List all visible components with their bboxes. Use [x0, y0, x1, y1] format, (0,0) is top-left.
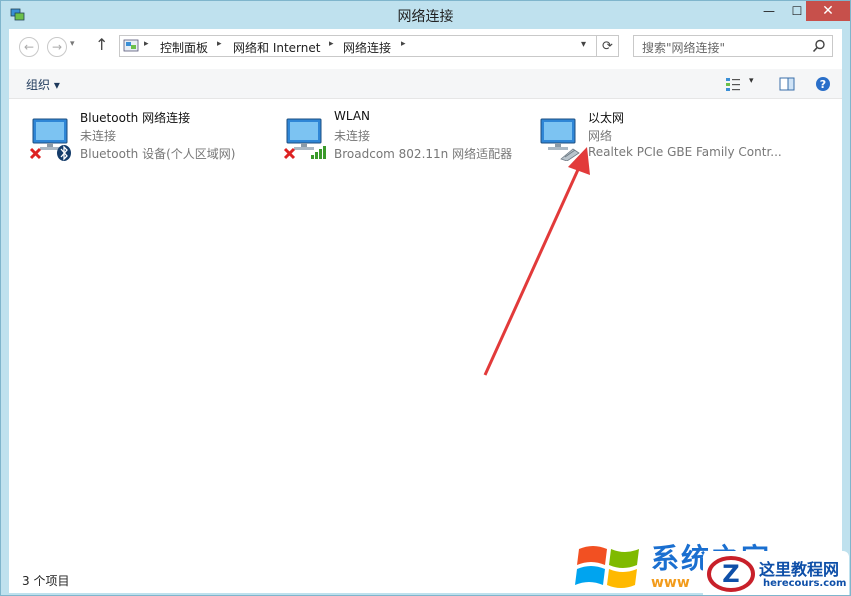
annotation-arrow-head	[568, 147, 590, 175]
breadcrumb-network-connections[interactable]: 网络连接	[343, 39, 391, 56]
address-dropdown[interactable]: ▾	[581, 39, 586, 50]
window-title: 网络连接	[397, 9, 454, 25]
breadcrumb-separator[interactable]: ▸	[217, 39, 222, 49]
item-count: 3 个项目	[22, 574, 70, 588]
command-bar: 组织 ▾ ▾ ?	[9, 69, 842, 99]
preview-pane-icon[interactable]	[779, 76, 795, 92]
recent-locations-dropdown[interactable]: ▾	[70, 39, 75, 49]
refresh-button[interactable]: ⟳	[597, 35, 619, 57]
back-button[interactable]: ←	[19, 37, 39, 57]
control-panel-icon	[123, 39, 139, 52]
search-icon[interactable]	[812, 39, 826, 53]
watermark: 系统之家 www Z 这里教程网 herecours.com	[573, 537, 849, 595]
svg-text:?: ?	[820, 78, 826, 91]
change-view-icon[interactable]	[725, 76, 741, 92]
title-bar[interactable]: 网络连接 — ☐ ✕	[1, 1, 850, 29]
view-options-dropdown[interactable]: ▾	[749, 76, 754, 86]
annotation-arrow	[483, 147, 590, 376]
svg-text:Z: Z	[722, 560, 739, 588]
z-logo-icon: Z	[707, 556, 755, 592]
breadcrumb-separator[interactable]: ▸	[401, 39, 406, 49]
minimize-button[interactable]: —	[755, 1, 783, 21]
forward-button[interactable]: →	[47, 37, 67, 57]
breadcrumb-network-internet[interactable]: 网络和 Internet	[233, 39, 320, 56]
connections-list: Bluetooth 网络连接 未连接 Bluetooth 设备(个人区域网) W…	[9, 99, 842, 567]
breadcrumb-control-panel[interactable]: 控制面板	[160, 39, 208, 56]
organize-menu-button[interactable]: 组织 ▾	[26, 76, 60, 93]
up-button[interactable]: ↑	[95, 35, 108, 54]
breadcrumb-separator[interactable]: ▸	[329, 39, 334, 49]
search-box[interactable]: 搜索"网络连接"	[633, 35, 833, 57]
explorer-window: 网络连接 — ☐ ✕ ← → ▾ ↑ ▸ 控制面板 ▸ 网络和 Internet…	[0, 0, 851, 596]
watermark-url-secondary: herecours.com	[763, 578, 847, 589]
close-button[interactable]: ✕	[806, 1, 850, 21]
windows-logo-icon	[575, 546, 639, 588]
breadcrumb-separator[interactable]: ▸	[144, 39, 149, 49]
help-icon[interactable]: ?	[815, 76, 831, 92]
search-placeholder: 搜索"网络连接"	[642, 41, 726, 55]
watermark-url: www	[651, 575, 690, 591]
watermark-badge: Z 这里教程网 herecours.com	[703, 551, 849, 595]
address-bar[interactable]: ▸ 控制面板 ▸ 网络和 Internet ▸ 网络连接 ▸ ▾	[119, 35, 597, 57]
navigation-bar: ← → ▾ ↑ ▸ 控制面板 ▸ 网络和 Internet ▸ 网络连接 ▸ ▾…	[9, 29, 842, 69]
watermark-name: 这里教程网	[759, 560, 840, 579]
